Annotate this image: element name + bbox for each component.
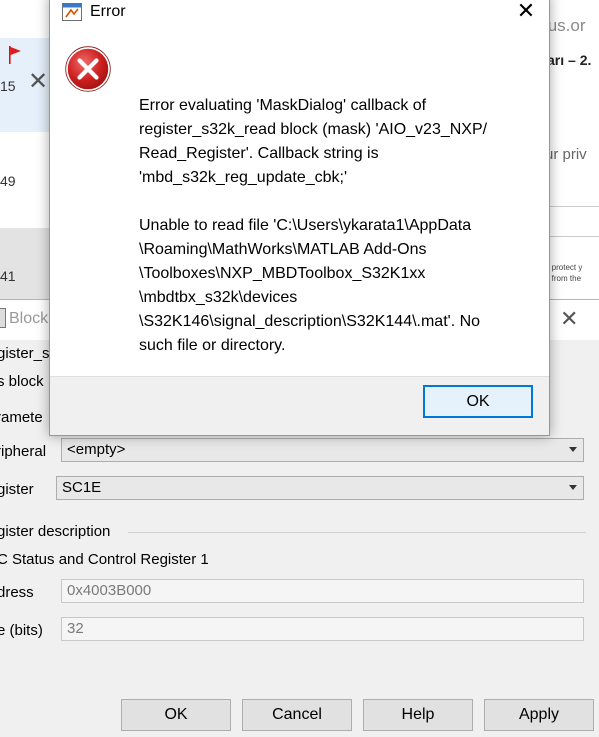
scrollbar[interactable] bbox=[587, 348, 599, 698]
divider bbox=[549, 206, 599, 207]
register-label: gister bbox=[0, 481, 34, 498]
error-message-line: 'mbd_s32k_reg_update_cbk;' bbox=[139, 169, 348, 186]
error-message-line: Read_Register'. Callback string is bbox=[139, 145, 379, 162]
error-message: Error evaluating 'MaskDialog' callback o… bbox=[139, 94, 534, 358]
ok-button[interactable]: OK bbox=[121, 699, 231, 731]
error-dialog-footer: OK bbox=[50, 376, 549, 435]
background-app-list: 15 ✕ 49 41 bbox=[0, 0, 50, 300]
red-flag-icon bbox=[9, 46, 21, 64]
delete-icon[interactable]: ✕ bbox=[28, 70, 48, 94]
list-number: 15 bbox=[0, 78, 16, 94]
error-dialog-title: Error bbox=[90, 3, 126, 20]
ok-button[interactable]: OK bbox=[423, 385, 533, 418]
list-row[interactable] bbox=[0, 228, 50, 300]
block-description: s block bbox=[0, 373, 44, 390]
address-field[interactable]: 0x4003B000 bbox=[61, 579, 584, 603]
error-message-line: such file or directory. bbox=[139, 337, 286, 354]
group-divider bbox=[128, 532, 586, 533]
close-icon[interactable]: ✕ bbox=[512, 0, 540, 25]
list-number: 41 bbox=[0, 268, 16, 284]
error-message-line: Error evaluating 'MaskDialog' callback o… bbox=[139, 97, 427, 114]
peripheral-label: ripheral bbox=[0, 443, 47, 460]
error-icon bbox=[65, 46, 111, 92]
chevron-down-icon bbox=[569, 485, 577, 490]
article-heading: arı – 2. bbox=[549, 52, 592, 68]
chevron-down-icon bbox=[569, 447, 577, 452]
help-button[interactable]: Help bbox=[363, 699, 473, 731]
article-text: ur priv bbox=[549, 146, 587, 163]
parameters-group-label: ramete bbox=[0, 409, 43, 426]
error-message-line: register_s32k_read block (mask) 'AIO_v23… bbox=[139, 121, 488, 138]
error-message-line: Unable to read file 'C:\Users\ykarata1\A… bbox=[139, 217, 472, 234]
error-message-line: \Toolboxes\NXP_MBDToolbox_S32K1xx bbox=[139, 265, 426, 282]
background-web-page: tus.or arı – 2. ur priv o protect y e fr… bbox=[549, 0, 599, 300]
apply-button[interactable]: Apply bbox=[484, 699, 594, 731]
size-label: e (bits) bbox=[0, 622, 43, 639]
close-icon[interactable]: ✕ bbox=[560, 306, 578, 332]
notice-text: o protect y e from the bbox=[549, 263, 583, 283]
address-label: dress bbox=[0, 584, 34, 601]
error-dialog: Error ✕ Error evaluating 'MaskDialog' ca… bbox=[49, 0, 550, 436]
site-domain: tus.or bbox=[549, 16, 586, 35]
cancel-button[interactable]: Cancel bbox=[242, 699, 352, 731]
register-dropdown[interactable]: SC1E bbox=[56, 476, 584, 500]
error-message-line: \mbdtbx_s32k\devices bbox=[139, 289, 298, 306]
register-description-group-label: gister description bbox=[0, 523, 111, 540]
error-dialog-titlebar: Error ✕ bbox=[50, 0, 549, 33]
list-number: 49 bbox=[0, 173, 16, 189]
error-message-line bbox=[139, 190, 534, 214]
error-message-line: \S32K146\signal_description\S32K144\.mat… bbox=[139, 313, 481, 330]
matlab-window-icon bbox=[62, 3, 82, 21]
size-field[interactable]: 32 bbox=[61, 617, 584, 641]
register-description-text: C Status and Control Register 1 bbox=[0, 551, 209, 568]
block-dialog-title: Block bbox=[9, 310, 49, 327]
peripheral-dropdown[interactable]: <empty> bbox=[61, 438, 584, 462]
block-dialog-icon bbox=[0, 308, 6, 328]
divider bbox=[549, 236, 599, 237]
error-message-line: \Roaming\MathWorks\MATLAB Add-Ons bbox=[139, 241, 427, 258]
block-name: gister_s bbox=[0, 345, 50, 362]
